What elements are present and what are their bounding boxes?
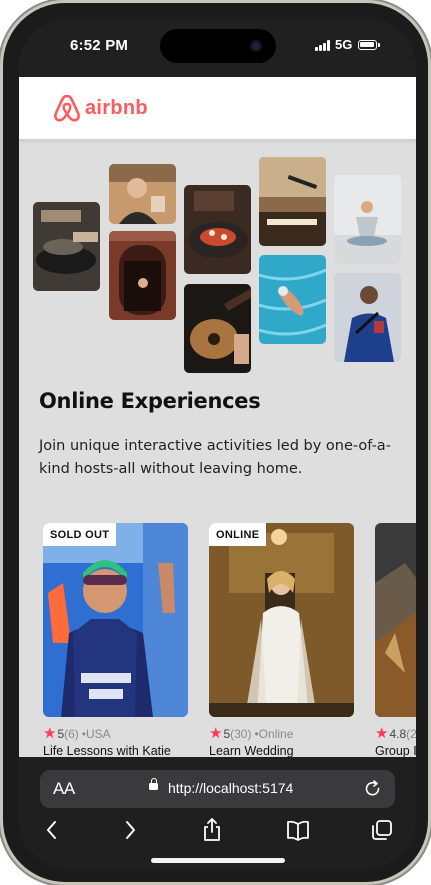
- signal-icon: [315, 40, 331, 51]
- text-size-label: AA: [53, 779, 75, 798]
- experience-name[interactable]: Learn Wedding: [209, 744, 354, 757]
- experience-name[interactable]: Life Lessons with Katie: [43, 744, 188, 757]
- reload-icon[interactable]: [363, 779, 383, 799]
- bride-photo: [209, 523, 354, 717]
- rating-value: 5: [57, 727, 65, 741]
- network-label: 5G: [335, 37, 353, 52]
- star-icon: ★: [375, 725, 389, 742]
- page-title: Online Experiences: [39, 389, 261, 413]
- rating-row: ★ 4.8 (2: [375, 725, 416, 742]
- rating-value: 5: [223, 727, 231, 741]
- lock-icon: [149, 778, 158, 790]
- experience-photo[interactable]: [375, 523, 416, 717]
- photo-performer: [334, 273, 401, 362]
- mountain-photo: [375, 523, 416, 717]
- photo-host-smiling: [109, 164, 176, 224]
- site-header: airbnb: [19, 77, 416, 140]
- airbnb-logo-icon: [54, 94, 80, 122]
- dynamic-island: [160, 29, 276, 63]
- book-icon[interactable]: [285, 817, 311, 843]
- photo-plated-dish: [184, 185, 251, 274]
- photo-swimmer: [259, 255, 326, 344]
- battery-icon: [358, 40, 380, 50]
- rating-value: 4.8: [389, 727, 407, 741]
- web-page[interactable]: airbnb Online Experiences Join unique in…: [19, 77, 416, 757]
- swimmer-photo: [43, 523, 188, 717]
- logo-text: airbnb: [85, 96, 148, 119]
- experience-photo[interactable]: ONLINE: [209, 523, 354, 717]
- status-bar: 6:52 PM 5G: [19, 19, 416, 77]
- status-badge: ONLINE: [209, 523, 267, 546]
- star-icon: ★: [43, 725, 57, 742]
- review-count: (6): [64, 727, 79, 741]
- location: •Online: [254, 727, 294, 741]
- camera-icon: [250, 40, 262, 52]
- photo-yoga: [334, 175, 401, 264]
- experience-photo[interactable]: SOLD OUT: [43, 523, 188, 717]
- review-count: (2: [406, 727, 416, 741]
- address-bar[interactable]: AA http://localhost:5174: [40, 770, 395, 808]
- status-badge: SOLD OUT: [43, 523, 117, 546]
- share-icon[interactable]: [199, 817, 225, 843]
- page-description: Join unique interactive activities led b…: [39, 438, 391, 477]
- home-indicator[interactable]: [151, 858, 285, 863]
- location: •USA: [81, 727, 111, 741]
- airbnb-logo[interactable]: airbnb: [53, 92, 148, 124]
- experience-card[interactable]: ONLINE ★ 5 (30) •Online Learn Wedding: [209, 523, 354, 757]
- text-size-button[interactable]: AA: [53, 779, 75, 799]
- star-icon: ★: [209, 725, 223, 742]
- experience-card[interactable]: ★ 4.8 (2 Group I: [375, 523, 416, 757]
- photo-singer-mic: [259, 157, 326, 246]
- tabs-icon[interactable]: [369, 817, 395, 843]
- photo-guitar: [184, 284, 251, 373]
- phone-frame: 6:52 PM 5G airbnb Online Experiences Joi…: [3, 3, 428, 882]
- browser-toolbar: AA http://localhost:5174: [19, 757, 416, 869]
- browser-nav: [19, 817, 416, 847]
- experience-name[interactable]: Group I: [375, 744, 416, 757]
- chevron-right-icon[interactable]: [117, 817, 143, 843]
- review-count: (30): [230, 727, 252, 741]
- photo-cooking: [33, 202, 100, 291]
- screen: 6:52 PM 5G airbnb Online Experiences Joi…: [19, 19, 416, 869]
- chevron-left-icon[interactable]: [39, 817, 65, 843]
- photo-door-dancer: [109, 231, 176, 320]
- rating-row: ★ 5 (30) •Online: [209, 725, 354, 742]
- status-time: 6:52 PM: [70, 37, 129, 54]
- url-text[interactable]: http://localhost:5174: [168, 780, 293, 796]
- rating-row: ★ 5 (6) •USA: [43, 725, 188, 742]
- experience-card[interactable]: SOLD OUT ★ 5 (6) •USA Life Lessons with …: [43, 523, 188, 757]
